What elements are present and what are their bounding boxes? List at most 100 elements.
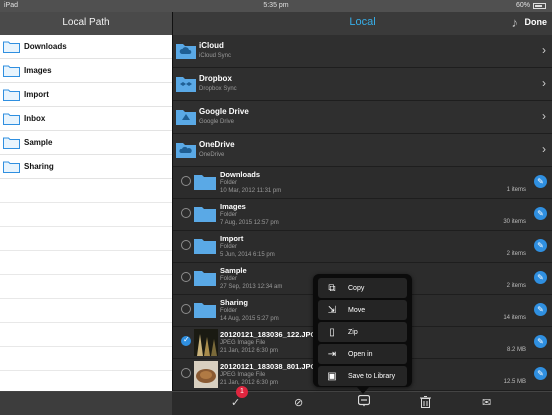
cloud-sub: Google Drive: [199, 119, 235, 125]
edit-pencil-icon[interactable]: ✎: [534, 335, 547, 348]
copy-icon: ⧉: [328, 282, 336, 294]
cloud-name: Google Drive: [199, 107, 249, 116]
select-radio-checked[interactable]: [181, 335, 191, 346]
file-row-import[interactable]: Import Folder 5 Jun, 2014 6:15 pm 2 item…: [173, 231, 552, 263]
menu-item-save-to-library[interactable]: ▣ Save to Library: [318, 366, 407, 386]
done-button[interactable]: Done: [525, 17, 548, 27]
right-nav-bar: Local ♪ Done: [173, 12, 552, 36]
path-item-inbox[interactable]: Inbox: [0, 107, 172, 131]
path-item-sharing[interactable]: Sharing: [0, 155, 172, 179]
chevron-right-icon: ›: [542, 142, 546, 156]
select-radio[interactable]: [181, 176, 191, 186]
path-item-label: Inbox: [24, 114, 46, 123]
path-item-label: Images: [24, 66, 52, 75]
select-radio[interactable]: [181, 368, 191, 378]
trash-icon[interactable]: [420, 396, 431, 411]
path-item-label: Downloads: [24, 42, 67, 51]
menu-item-label: Zip: [348, 328, 358, 336]
menu-item-copy[interactable]: ⧉ Copy: [318, 278, 407, 298]
cloud-item-icloud[interactable]: iCloud iCloud Sync ›: [173, 35, 552, 68]
file-type: Folder: [220, 212, 238, 218]
chevron-right-icon: ›: [542, 76, 546, 90]
file-type: Folder: [220, 244, 238, 250]
file-count: 2 items: [506, 283, 526, 289]
edit-pencil-icon[interactable]: ✎: [534, 207, 547, 220]
file-row-images[interactable]: Images Folder 7 Aug, 2015 12:57 pm 30 it…: [173, 199, 552, 231]
select-radio[interactable]: [181, 272, 191, 282]
file-type: Folder: [220, 276, 238, 282]
menu-item-zip[interactable]: ▯ Zip: [318, 322, 407, 342]
menu-item-open-in[interactable]: ⇥ Open in: [318, 344, 407, 364]
edit-pencil-icon[interactable]: ✎: [534, 271, 547, 284]
file-name: 20120121_183038_801.JPG: [220, 362, 317, 371]
file-name: Sample: [220, 266, 247, 275]
deselect-icon[interactable]: ⊘: [294, 396, 303, 409]
select-radio[interactable]: [181, 240, 191, 250]
menu-item-label: Copy: [348, 284, 365, 292]
file-date: 21 Jan, 2012 6:30 pm: [220, 348, 279, 354]
battery-indicator: 60%: [516, 2, 546, 9]
path-item-sample[interactable]: Sample: [0, 131, 172, 155]
folder-icon: [194, 271, 216, 286]
chevron-right-icon: ›: [542, 109, 546, 123]
image-thumbnail: [194, 329, 218, 356]
cloud-folder-icon: [176, 44, 196, 59]
menu-item-label: Open in: [348, 350, 373, 358]
selection-count-badge: 1: [236, 386, 248, 398]
cloud-name: iCloud: [199, 41, 224, 50]
zip-icon: ▯: [329, 326, 335, 338]
cloud-name: OneDrive: [199, 140, 235, 149]
file-type: Folder: [220, 308, 238, 314]
actions-icon[interactable]: [357, 394, 371, 410]
cloud-item-google-drive[interactable]: Google Drive Google Drive ›: [173, 101, 552, 134]
file-size: 8.2 MB: [506, 347, 526, 353]
mail-icon[interactable]: ✉: [482, 396, 491, 409]
google-drive-folder-icon: [176, 110, 196, 125]
edit-pencil-icon[interactable]: ✎: [534, 175, 547, 188]
cloud-sub: Dropbox Sync: [199, 86, 237, 92]
edit-pencil-icon[interactable]: ✎: [534, 367, 547, 380]
folder-icon: [3, 89, 20, 101]
path-item-label: Sharing: [24, 162, 54, 171]
left-nav-bar: Local Path: [0, 12, 172, 36]
path-item-downloads[interactable]: Downloads: [0, 35, 172, 59]
path-item-images[interactable]: Images: [0, 59, 172, 83]
move-icon: ⇲: [327, 304, 337, 316]
path-item-label: Sample: [24, 138, 53, 147]
file-type: JPEG Image File: [220, 372, 266, 378]
actions-menu-icon: [357, 394, 371, 407]
edit-pencil-icon[interactable]: ✎: [534, 303, 547, 316]
music-note-icon[interactable]: ♪: [512, 15, 519, 30]
battery-icon: [533, 2, 546, 9]
file-name: Downloads: [220, 170, 261, 179]
file-name: 20120121_183036_122.JPG: [220, 330, 317, 339]
folder-icon: [194, 239, 216, 254]
select-radio[interactable]: [181, 304, 191, 314]
cloud-sub: OneDrive: [199, 152, 225, 158]
chevron-right-icon: ›: [542, 43, 546, 57]
file-count: 2 items: [506, 251, 526, 257]
cloud-item-dropbox[interactable]: Dropbox Dropbox Sync ›: [173, 68, 552, 101]
check-icon[interactable]: ✓: [231, 396, 240, 409]
file-type: JPEG Image File: [220, 340, 266, 346]
file-type: Folder: [220, 180, 238, 186]
path-item-label: Import: [24, 90, 49, 99]
file-date: 10 Mar, 2012 11:31 pm: [220, 188, 282, 194]
folder-icon: [3, 113, 20, 125]
cloud-item-onedrive[interactable]: OneDrive OneDrive ›: [173, 134, 552, 167]
cloud-sub: iCloud Sync: [199, 53, 232, 59]
select-radio[interactable]: [181, 208, 191, 218]
path-item-import[interactable]: Import: [0, 83, 172, 107]
edit-pencil-icon[interactable]: ✎: [534, 239, 547, 252]
file-count: 14 items: [503, 315, 526, 321]
folder-icon: [3, 137, 20, 149]
folder-icon: [194, 175, 216, 190]
file-name: Images: [220, 202, 246, 211]
bottom-toolbar: ✓ 1 ⊘ ✉: [0, 386, 552, 415]
menu-item-move[interactable]: ⇲ Move: [318, 300, 407, 320]
folder-icon: [3, 65, 20, 77]
save-library-icon: ▣: [327, 370, 337, 382]
open-in-icon: ⇥: [327, 348, 337, 360]
dropbox-folder-icon: [176, 77, 196, 92]
file-row-downloads[interactable]: Downloads Folder 10 Mar, 2012 11:31 pm 1…: [173, 167, 552, 199]
